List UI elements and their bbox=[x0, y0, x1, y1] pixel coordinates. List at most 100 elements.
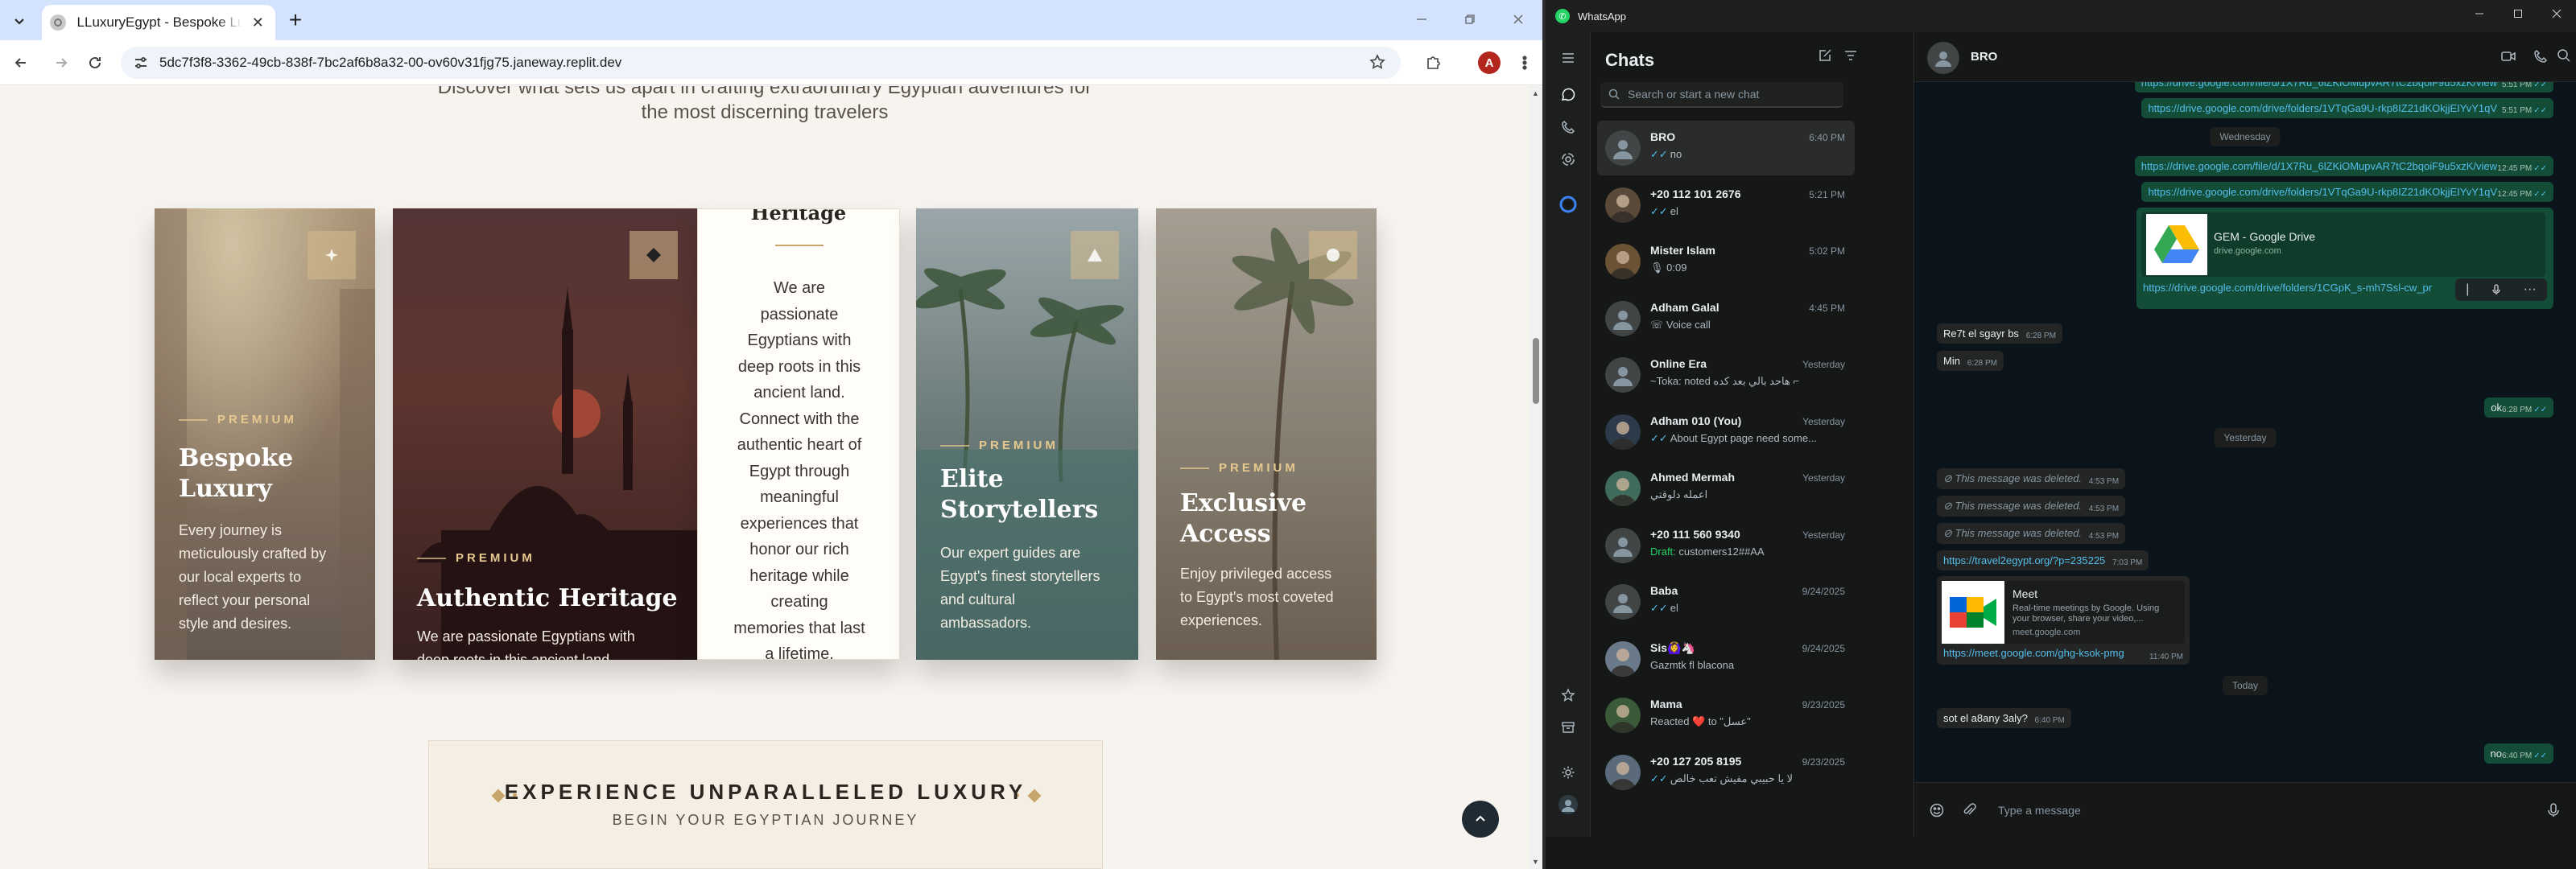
message-link-preview[interactable]: Meet Real-time meetings by Google. Using… bbox=[1937, 576, 2190, 665]
chat-row[interactable]: Online Era Yesterday ~Toka: noted هاحد بال… bbox=[1597, 348, 1855, 402]
chat-avatar[interactable] bbox=[1605, 130, 1641, 166]
message-outgoing[interactable]: ok 6:28 PM ✓✓ bbox=[2484, 397, 2553, 418]
meta-ai-icon[interactable] bbox=[1558, 195, 1578, 214]
profile-avatar[interactable]: A bbox=[1478, 51, 1501, 74]
conversation-header[interactable]: BRO bbox=[1914, 32, 2576, 82]
chat-row[interactable]: +20 127 205 8195 9/23/2025 ✓✓ لا يا حبيبي م… bbox=[1597, 745, 1855, 800]
tab-title: LLuxuryEgypt - Bespoke Luxury Egypt bbox=[76, 14, 242, 30]
chat-row[interactable]: +20 111 560 9340 Yesterday Draft: customer… bbox=[1597, 518, 1855, 573]
voice-call-icon[interactable] bbox=[2533, 48, 2549, 64]
chat-avatar[interactable] bbox=[1605, 244, 1641, 279]
chat-row[interactable]: Adham Galal 4:45 PM ☏ Voice call bbox=[1597, 291, 1855, 346]
calls-icon[interactable] bbox=[1558, 117, 1578, 137]
feature-card-heritage-detail[interactable]: Heritage We are passionate Egyptians with d… bbox=[697, 208, 900, 660]
chat-row[interactable]: BRO 6:40 PM ✓✓ no bbox=[1597, 121, 1855, 175]
starred-icon[interactable] bbox=[1558, 686, 1578, 705]
site-info-icon[interactable] bbox=[132, 54, 150, 72]
message-deleted[interactable]: ⊘ This message was deleted. 4:53 PM bbox=[1937, 468, 2126, 489]
menu-icon[interactable] bbox=[1558, 48, 1578, 68]
chat-row[interactable]: Sis🙆‍♀️🦄 9/24/2025 Gazmtk fl blacona bbox=[1597, 632, 1855, 686]
chat-avatar[interactable] bbox=[1605, 187, 1641, 223]
chat-row[interactable]: Baba 9/24/2025 ✓✓ el bbox=[1597, 575, 1855, 629]
bookmark-star-icon[interactable] bbox=[1368, 53, 1386, 71]
page-scrollbar[interactable]: ▲ ▼ bbox=[1530, 86, 1542, 869]
tab-active[interactable]: LLuxuryEgypt - Bespoke Luxury Egypt ✕ bbox=[42, 5, 275, 40]
message-incoming[interactable]: https://travel2egypt.org/?p=235225 7:03 P… bbox=[1937, 550, 2149, 570]
feature-card-bespoke[interactable]: PREMIUM Bespoke Luxury Every journey is me… bbox=[155, 208, 375, 660]
maximize-icon[interactable] bbox=[2499, 0, 2537, 27]
status-icon[interactable] bbox=[1558, 150, 1578, 169]
message-incoming[interactable]: Min 6:28 PM bbox=[1937, 351, 2004, 371]
message-outgoing[interactable]: https://drive.google.com/drive/folders/1… bbox=[2141, 182, 2553, 202]
message-outgoing[interactable]: no 6:40 PM ✓✓ bbox=[2483, 743, 2553, 764]
chat-avatar[interactable] bbox=[1605, 527, 1641, 563]
chat-avatar[interactable] bbox=[1605, 698, 1641, 733]
close-window-icon[interactable] bbox=[1494, 0, 1542, 39]
chat-avatar[interactable] bbox=[1605, 754, 1641, 790]
preview-link[interactable]: https://drive.google.com/drive/folders/1… bbox=[2143, 282, 2432, 294]
message-incoming[interactable]: sot el a8any 3aly? 6:40 PM bbox=[1937, 708, 2071, 728]
cta-banner[interactable]: EXPERIENCE UNPARALLELED LUXURY BEGIN YOU… bbox=[428, 740, 1103, 869]
minimize-icon[interactable] bbox=[2460, 0, 2499, 27]
microphone-icon[interactable] bbox=[2491, 284, 2502, 295]
address-bar[interactable]: 5dc7f3f8-3362-49cb-838f-7bc2af6b8a32-00-… bbox=[121, 47, 1401, 79]
extensions-icon[interactable] bbox=[1420, 50, 1446, 76]
message-deleted[interactable]: ⊘ This message was deleted. 4:53 PM bbox=[1937, 523, 2126, 544]
search-messages-icon[interactable] bbox=[2557, 48, 2571, 63]
minimize-icon[interactable] bbox=[1397, 0, 1446, 39]
menu-kebab-icon[interactable] bbox=[1512, 50, 1538, 76]
more-options-icon[interactable]: ··· bbox=[2524, 282, 2537, 297]
chat-row[interactable]: Mama 9/23/2025 Reacted ❤️ to "عسل" bbox=[1597, 688, 1855, 743]
search-input[interactable]: Search or start a new chat bbox=[1600, 82, 1843, 108]
feature-card-exclusive[interactable]: PREMIUM Exclusive Access Enjoy privileged… bbox=[1156, 208, 1377, 660]
scrollbar-thumb[interactable] bbox=[1533, 338, 1539, 404]
scroll-to-top-button[interactable] bbox=[1462, 801, 1499, 838]
scroll-down-arrow-icon[interactable]: ▼ bbox=[1532, 858, 1539, 866]
chat-avatar[interactable] bbox=[1605, 357, 1641, 393]
card-body-text: We are passionate Egyptians with deep roots… bbox=[712, 275, 886, 659]
microphone-icon[interactable] bbox=[2545, 802, 2562, 818]
video-call-icon[interactable] bbox=[2500, 48, 2516, 64]
emoji-icon[interactable] bbox=[1929, 802, 1945, 818]
message-outgoing[interactable]: https://drive.google.com/drive/folders/1… bbox=[2141, 98, 2553, 118]
preview-card[interactable]: GEM - Google Drive drive.google.com bbox=[2141, 212, 2545, 277]
feature-card-heritage[interactable]: PREMIUM Authentic Heritage We are passio… bbox=[393, 208, 697, 660]
message-deleted[interactable]: ⊘ This message was deleted. 4:53 PM bbox=[1937, 496, 2126, 517]
contact-avatar[interactable] bbox=[1927, 42, 1959, 74]
chat-avatar[interactable] bbox=[1605, 471, 1641, 506]
filter-icon[interactable] bbox=[1843, 48, 1858, 63]
message-outgoing[interactable]: https://drive.google.com/file/d/1X7Ru_6l… bbox=[2134, 156, 2553, 176]
chats-title: Chats bbox=[1605, 50, 1655, 70]
reload-icon[interactable] bbox=[82, 50, 108, 76]
message-incoming[interactable]: Re7t el sgayr bs 6:28 PM bbox=[1937, 323, 2062, 344]
settings-gear-icon[interactable] bbox=[1558, 763, 1578, 782]
forward-icon[interactable] bbox=[48, 50, 74, 76]
restore-icon[interactable] bbox=[1446, 0, 1494, 39]
close-window-icon[interactable] bbox=[2537, 0, 2576, 27]
archived-icon[interactable] bbox=[1558, 718, 1578, 737]
chat-avatar[interactable] bbox=[1605, 640, 1641, 677]
feature-card-storytellers[interactable]: PREMIUM Elite Storytellers Our expert gui… bbox=[916, 208, 1138, 660]
back-icon[interactable] bbox=[8, 50, 34, 76]
message-input[interactable]: Type a message bbox=[1998, 804, 2081, 817]
attach-paperclip-icon[interactable] bbox=[1961, 802, 1977, 818]
message-link-preview[interactable]: GEM - Google Drive drive.google.com http… bbox=[2136, 208, 2553, 309]
chat-avatar[interactable] bbox=[1605, 584, 1641, 620]
chat-row[interactable]: Ahmed Mermah Yesterday اعمله دلوقتي bbox=[1597, 461, 1855, 516]
chat-avatar[interactable] bbox=[1605, 414, 1641, 450]
scroll-up-arrow-icon[interactable]: ▲ bbox=[1532, 89, 1539, 97]
chat-row[interactable]: +20 112 101 2676 5:21 PM ✓✓ el bbox=[1597, 178, 1855, 233]
chat-row[interactable]: Adham 010 (You) Yesterday ✓✓ About Egypt pa… bbox=[1597, 405, 1855, 459]
chat-avatar[interactable] bbox=[1605, 300, 1641, 336]
new-tab-button[interactable]: + bbox=[283, 7, 308, 32]
close-tab-icon[interactable]: ✕ bbox=[249, 13, 267, 32]
tab-search-dropdown-icon[interactable] bbox=[8, 10, 31, 32]
triangle-icon bbox=[1071, 231, 1119, 279]
chats-icon[interactable] bbox=[1558, 85, 1578, 105]
new-chat-icon[interactable] bbox=[1818, 48, 1832, 63]
profile-avatar[interactable] bbox=[1558, 795, 1578, 814]
preview-card[interactable]: Meet Real-time meetings by Google. Using… bbox=[1942, 581, 2185, 644]
preview-link[interactable]: https://meet.google.com/ghg-ksok-pmg bbox=[1943, 647, 2124, 659]
message-outgoing[interactable]: https://drive.google.com/file/d/1X7Ru_6l… bbox=[2134, 82, 2553, 93]
chat-row[interactable]: Mister Islam 5:02 PM 🎙 0:09 bbox=[1597, 234, 1855, 289]
